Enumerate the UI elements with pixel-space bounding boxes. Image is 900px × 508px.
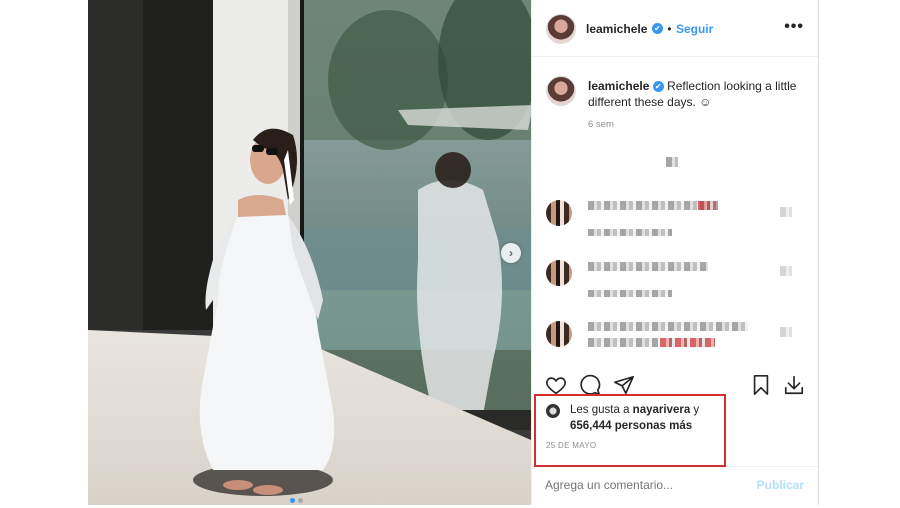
- caption-username[interactable]: leamichele: [588, 79, 649, 93]
- carousel-next-arrow-icon[interactable]: ›: [501, 243, 521, 263]
- post-header: leamichele ✔ • Seguir •••: [532, 0, 818, 57]
- pager-dot: [298, 498, 303, 503]
- pixelated-comment-text: [588, 262, 708, 271]
- comment-avatar[interactable]: [546, 321, 572, 347]
- pixelated-comment-text: [588, 338, 658, 347]
- comment-like-icon[interactable]: [780, 266, 792, 276]
- header-separator: •: [667, 22, 672, 36]
- comment-like-icon[interactable]: [780, 327, 792, 337]
- post-photo-illustration: [88, 0, 531, 505]
- comment-avatar[interactable]: [546, 260, 572, 286]
- download-icon[interactable]: [783, 374, 805, 396]
- pixelated-comment-emoji: [660, 338, 715, 347]
- caption-avatar[interactable]: [546, 76, 576, 106]
- carousel-pager: [290, 490, 306, 508]
- comment-avatar[interactable]: [546, 200, 572, 226]
- publish-button[interactable]: Publicar: [757, 478, 804, 492]
- post-photo[interactable]: [88, 0, 531, 505]
- highlight-box: [534, 394, 726, 467]
- pager-dot-active: [290, 498, 295, 503]
- verified-icon: ✔: [652, 81, 664, 93]
- pixelated-comment-meta: [588, 229, 672, 236]
- caption: leamichele ✔ Reflection looking a little…: [588, 78, 803, 110]
- pixelated-comment-emoji: [698, 201, 716, 210]
- header-meta: leamichele ✔ • Seguir: [586, 20, 713, 38]
- heart-icon[interactable]: [545, 374, 567, 396]
- comment-like-icon[interactable]: [780, 207, 792, 217]
- comment-input[interactable]: [545, 478, 745, 492]
- pixelated-comment-meta: [588, 290, 672, 297]
- caption-block: leamichele ✔ Reflection looking a little…: [588, 78, 803, 130]
- bookmark-icon[interactable]: [750, 374, 772, 396]
- comment-icon[interactable]: [579, 374, 601, 396]
- comment-bar: Publicar: [532, 466, 818, 506]
- share-icon[interactable]: [613, 374, 635, 396]
- verified-icon: ✔: [651, 23, 663, 35]
- more-options-icon[interactable]: •••: [784, 18, 804, 36]
- pixelated-comment-text: [588, 322, 748, 331]
- follow-button[interactable]: Seguir: [676, 22, 713, 36]
- pixelated-emoji: [666, 157, 678, 167]
- author-username[interactable]: leamichele: [586, 22, 647, 36]
- author-avatar[interactable]: [546, 14, 576, 44]
- caption-age: 6 sem: [588, 119, 614, 130]
